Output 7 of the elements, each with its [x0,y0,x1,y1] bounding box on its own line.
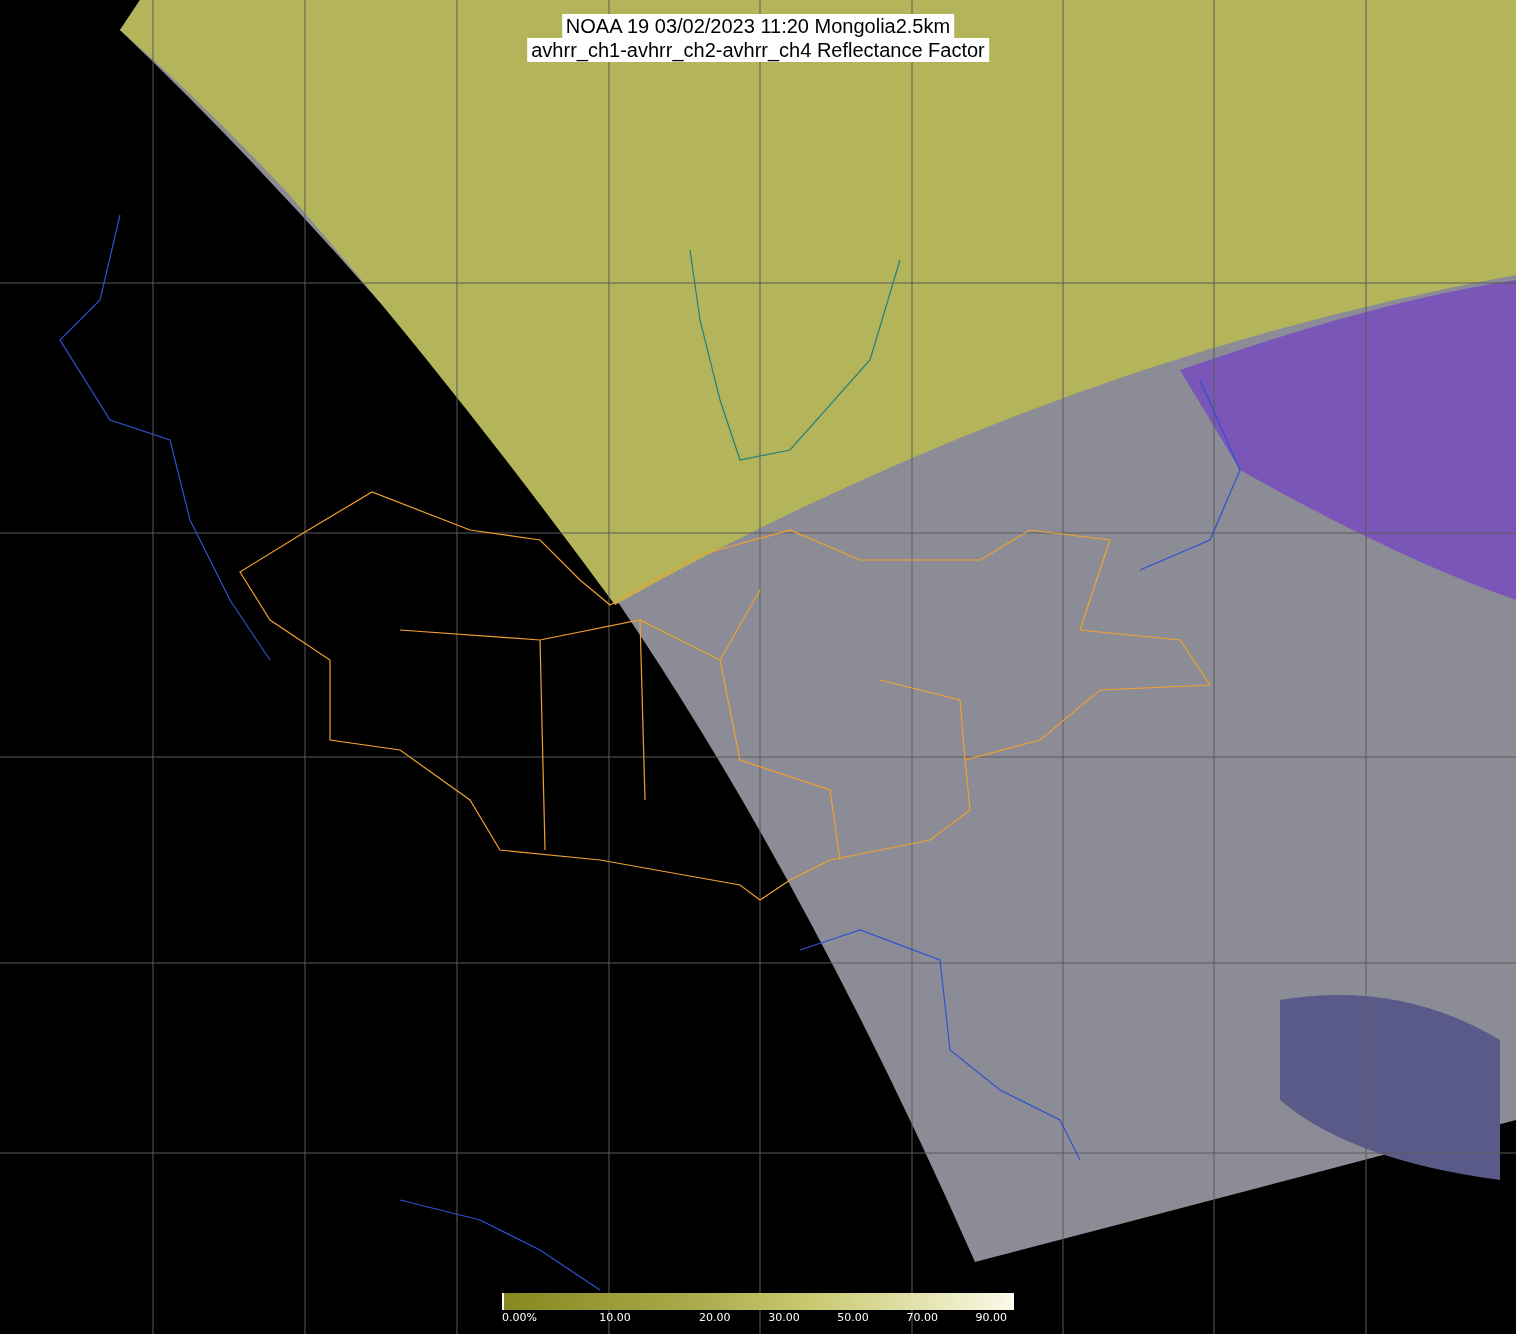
colorbar-label: 30.00 [768,1311,800,1324]
colorbar-label: 50.00 [837,1311,869,1324]
colorbar-label: 70.00 [906,1311,938,1324]
colorbar-label: 10.00 [599,1311,631,1324]
colorbar-label: 20.00 [699,1311,731,1324]
colorbar-label: 0.00% [502,1311,537,1324]
colorbar-label: 90.00 [975,1311,1008,1324]
